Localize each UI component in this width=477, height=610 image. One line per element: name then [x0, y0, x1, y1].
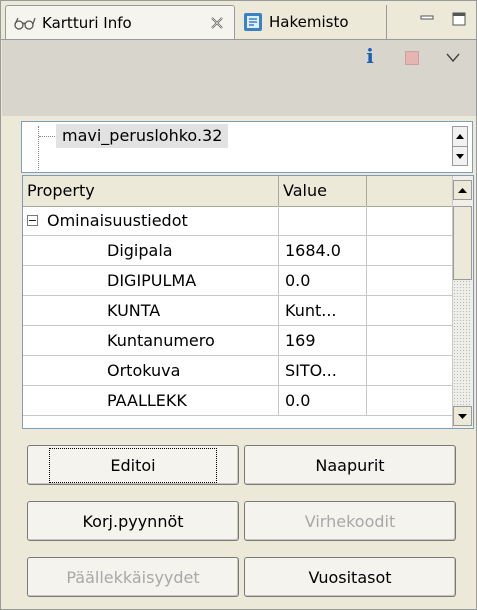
tab-hakemisto[interactable]: Hakemisto	[237, 5, 387, 39]
view-menu-icon[interactable]	[446, 48, 460, 67]
view-toolbar: i	[2, 40, 476, 116]
scroll-track[interactable]	[453, 280, 472, 406]
button-label: Naapurit	[315, 455, 385, 475]
virhekoodit-button[interactable]: Virhekoodit	[244, 501, 456, 541]
spin-down-icon[interactable]	[453, 147, 467, 166]
table-row[interactable]: Digipala 1684.0	[23, 236, 455, 266]
tab-label: Hakemisto	[269, 13, 349, 31]
tab-label: Kartturi Info	[42, 13, 132, 32]
collapse-icon[interactable]: −	[27, 215, 38, 226]
tab-kartturi-info[interactable]: Kartturi Info	[5, 5, 235, 39]
paallekkaisyydet-button[interactable]: Päällekkäisyydet	[27, 557, 239, 597]
property-name: KUNTA	[23, 296, 279, 326]
property-value: 0.0	[279, 266, 367, 296]
table-row[interactable]: Ortokuva SITO...	[23, 356, 455, 386]
close-icon[interactable]	[210, 16, 224, 30]
vuositasot-button[interactable]: Vuositasot	[244, 557, 456, 597]
button-label: Editoi	[49, 447, 217, 483]
column-header-extra[interactable]	[367, 176, 455, 206]
button-label: Päällekkäisyydet	[66, 567, 200, 587]
group-cell: − Ominaisuustiedot	[23, 206, 279, 236]
property-table[interactable]: Property Value − Ominaisuustiedot Digipa…	[22, 175, 474, 429]
naapurit-button[interactable]: Naapurit	[244, 445, 456, 485]
window-controls	[420, 11, 466, 30]
stop-icon	[405, 51, 419, 65]
property-name: PAALLEKK	[23, 386, 279, 416]
table-header: Property Value	[23, 176, 455, 207]
spin-up-icon[interactable]	[453, 127, 467, 147]
tree-spinner[interactable]	[452, 126, 468, 166]
button-label: Virhekoodit	[304, 511, 396, 531]
scroll-down-icon[interactable]	[453, 406, 472, 426]
table-row[interactable]: KUNTA Kunt...	[23, 296, 455, 326]
info-icon[interactable]: i	[359, 42, 381, 70]
property-value: Kunt...	[279, 296, 367, 326]
property-name: Kuntanumero	[23, 326, 279, 356]
maximize-icon[interactable]	[452, 11, 466, 30]
directory-icon	[243, 12, 263, 32]
column-header-property[interactable]: Property	[23, 176, 279, 206]
table-row[interactable]: DIGIPULMA 0.0	[23, 266, 455, 296]
tree-node[interactable]: mavi_peruslohko.32	[56, 124, 229, 148]
property-name: DIGIPULMA	[23, 266, 279, 296]
property-value: SITO...	[279, 356, 367, 386]
property-name: Ortokuva	[23, 356, 279, 386]
editoi-button[interactable]: Editoi	[27, 445, 239, 485]
property-name: Digipala	[23, 236, 279, 266]
feature-tree[interactable]: mavi_peruslohko.32	[21, 121, 473, 173]
korj-pyynnot-button[interactable]: Korj.pyynnöt	[27, 501, 239, 541]
tab-strip: Kartturi Info Hakemisto	[1, 1, 476, 40]
table-row[interactable]: PAALLEKK 0.0	[23, 386, 455, 416]
view-panel: Kartturi Info Hakemisto i mavi_peruslohk…	[0, 0, 477, 610]
scroll-up-icon[interactable]	[453, 180, 472, 200]
button-label: Korj.pyynnöt	[82, 511, 184, 531]
property-value: 169	[279, 326, 367, 356]
table-row-group[interactable]: − Ominaisuustiedot	[23, 206, 455, 236]
group-label: Ominaisuustiedot	[47, 210, 188, 230]
table-row[interactable]: Kuntanumero 169	[23, 326, 455, 356]
column-header-value[interactable]: Value	[279, 176, 367, 206]
table-body: − Ominaisuustiedot Digipala 1684.0 DIGIP…	[23, 206, 455, 416]
vertical-scrollbar[interactable]	[452, 176, 473, 428]
button-label: Vuositasot	[308, 567, 392, 587]
glasses-icon	[14, 16, 36, 30]
minimize-icon[interactable]	[420, 11, 434, 30]
scroll-thumb[interactable]	[453, 206, 472, 280]
property-value: 1684.0	[279, 236, 367, 266]
property-value: 0.0	[279, 386, 367, 416]
